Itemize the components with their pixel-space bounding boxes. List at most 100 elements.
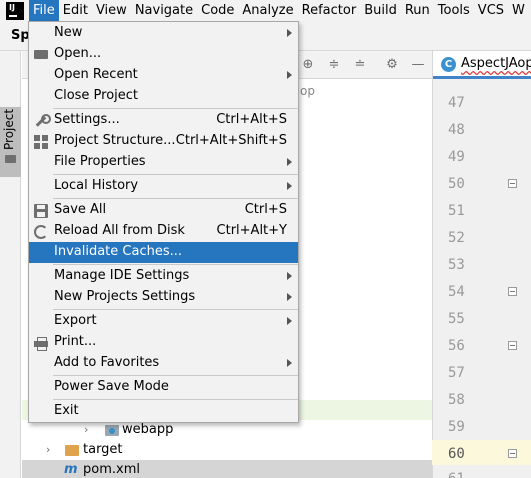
reload-icon xyxy=(34,225,48,239)
line-number: 51 xyxy=(448,203,465,219)
folder-icon xyxy=(65,445,79,456)
submenu-arrow-icon xyxy=(287,71,292,79)
submenu-arrow-icon xyxy=(287,29,292,37)
menu-item-label: Power Save Mode xyxy=(54,379,169,394)
hide-icon[interactable]: — xyxy=(410,57,426,73)
menu-item-open-recent[interactable]: Open Recent xyxy=(29,65,298,86)
menu-item-export[interactable]: Export xyxy=(29,311,298,332)
menu-navigate[interactable]: Navigate xyxy=(131,0,197,21)
menu-item-save-all[interactable]: Save All Ctrl+S xyxy=(29,200,298,221)
intellij-app-icon: IJ xyxy=(6,1,24,20)
menu-item-new[interactable]: New xyxy=(29,23,298,44)
menu-code[interactable]: Code xyxy=(197,0,238,21)
wrench-icon xyxy=(34,114,51,128)
fold-marker-icon[interactable] xyxy=(508,449,517,458)
project-tool-tab[interactable]: Project xyxy=(0,107,21,177)
menu-separator xyxy=(53,108,298,109)
line-number: 55 xyxy=(448,311,465,327)
menu-item-close-project[interactable]: Close Project xyxy=(29,86,298,107)
collapse-all-icon[interactable]: ≐ xyxy=(352,57,368,73)
line-number: 61 xyxy=(448,471,488,478)
select-opened-file-icon[interactable]: ⊕ xyxy=(300,57,316,73)
menu-item-settings[interactable]: Settings... Ctrl+Alt+S xyxy=(29,110,298,131)
chevron-right-icon[interactable]: › xyxy=(46,440,50,460)
menu-item-label: Invalidate Caches... xyxy=(54,244,183,259)
expand-all-icon[interactable]: ≑ xyxy=(326,57,342,73)
fold-marker-icon[interactable] xyxy=(508,287,517,296)
menu-item-label: Save All xyxy=(54,202,107,217)
editor-tab-aspectjaop[interactable]: C AspectJAop. xyxy=(433,51,531,79)
menu-window[interactable]: W xyxy=(508,0,529,21)
menu-item-label: File Properties xyxy=(54,154,146,169)
menu-item-add-to-favorites[interactable]: Add to Favorites xyxy=(29,353,298,374)
menu-bar: IJ File Edit View Navigate Code Analyze … xyxy=(0,0,531,21)
fold-marker-icon[interactable] xyxy=(508,341,517,350)
menu-separator xyxy=(53,309,298,310)
menu-item-project-structure[interactable]: Project Structure... Ctrl+Alt+Shift+S xyxy=(29,131,298,152)
menu-item-reload-all[interactable]: Reload All from Disk Ctrl+Alt+Y xyxy=(29,221,298,242)
menu-item-open[interactable]: Open... xyxy=(29,44,298,65)
menu-separator xyxy=(53,174,298,175)
line-number: 57 xyxy=(448,365,465,381)
line-number: 50 xyxy=(448,176,465,192)
line-number: 53 xyxy=(448,257,465,273)
menu-separator xyxy=(53,198,298,199)
menu-item-shortcut: Ctrl+S xyxy=(244,202,287,217)
menu-file[interactable]: File xyxy=(29,0,59,21)
menu-item-power-save-mode[interactable]: Power Save Mode xyxy=(29,377,298,398)
gear-icon[interactable]: ⚙ xyxy=(384,57,400,73)
editor-tab-bar: C AspectJAop. xyxy=(432,51,531,79)
menu-edit[interactable]: Edit xyxy=(59,0,92,21)
line-number: 58 xyxy=(448,392,465,408)
menu-item-label: Open... xyxy=(54,46,102,61)
tree-item-label: webapp xyxy=(122,422,174,437)
menu-view[interactable]: View xyxy=(92,0,131,21)
save-icon xyxy=(34,204,48,218)
line-number: 48 xyxy=(448,122,465,138)
menu-item-shortcut: Ctrl+Alt+Y xyxy=(216,223,287,238)
menu-item-local-history[interactable]: Local History xyxy=(29,176,298,197)
menu-item-new-projects-settings[interactable]: New Projects Settings xyxy=(29,287,298,308)
menu-refactor[interactable]: Refactor xyxy=(298,0,361,21)
menu-item-label: Project Structure... xyxy=(54,133,176,148)
line-number: 59 xyxy=(448,419,465,435)
file-menu-dropdown: New Open... Open Recent Close Project Se… xyxy=(28,21,299,423)
menu-item-label: Exit xyxy=(54,403,79,418)
menu-item-invalidate-caches[interactable]: Invalidate Caches... xyxy=(29,242,298,263)
menu-item-label: New Projects Settings xyxy=(54,289,196,304)
project-structure-icon xyxy=(34,135,48,149)
menu-item-exit[interactable]: Exit xyxy=(29,401,298,422)
submenu-arrow-icon xyxy=(287,272,292,280)
line-number: 47 xyxy=(448,95,465,111)
menu-tools[interactable]: Tools xyxy=(434,0,474,21)
menu-item-file-properties[interactable]: File Properties xyxy=(29,152,298,173)
maven-icon: m xyxy=(64,462,78,477)
menu-item-label: Print... xyxy=(54,334,97,349)
tree-item-webapp[interactable]: › webapp xyxy=(22,420,432,440)
tree-item-target[interactable]: › target xyxy=(22,440,432,460)
menu-item-print[interactable]: Print... xyxy=(29,332,298,353)
chevron-right-icon[interactable]: › xyxy=(84,420,88,440)
line-number: 49 xyxy=(448,149,465,165)
menu-run[interactable]: Run xyxy=(401,0,434,21)
tree-item-label: pom.xml xyxy=(83,462,140,477)
menu-item-label: Export xyxy=(54,313,97,328)
menu-item-manage-ide-settings[interactable]: Manage IDE Settings xyxy=(29,266,298,287)
line-number: 56 xyxy=(448,338,465,354)
menu-item-label: Open Recent xyxy=(54,67,138,82)
fold-marker-icon[interactable] xyxy=(508,179,517,188)
menu-item-label: Add to Favorites xyxy=(54,355,160,370)
menu-item-label: Manage IDE Settings xyxy=(54,268,190,283)
tree-item-label: target xyxy=(83,442,123,457)
menu-item-label: Close Project xyxy=(54,88,139,103)
web-folder-icon xyxy=(105,425,119,436)
menu-vcs[interactable]: VCS xyxy=(474,0,508,21)
menu-item-label: Reload All from Disk xyxy=(54,223,185,238)
menu-build[interactable]: Build xyxy=(360,0,401,21)
menu-analyze[interactable]: Analyze xyxy=(238,0,297,21)
folder-icon xyxy=(5,155,16,163)
menu-separator xyxy=(53,264,298,265)
submenu-arrow-icon xyxy=(287,182,292,190)
folder-open-icon xyxy=(34,50,48,59)
tree-item-pom-xml[interactable]: m pom.xml xyxy=(22,460,432,478)
